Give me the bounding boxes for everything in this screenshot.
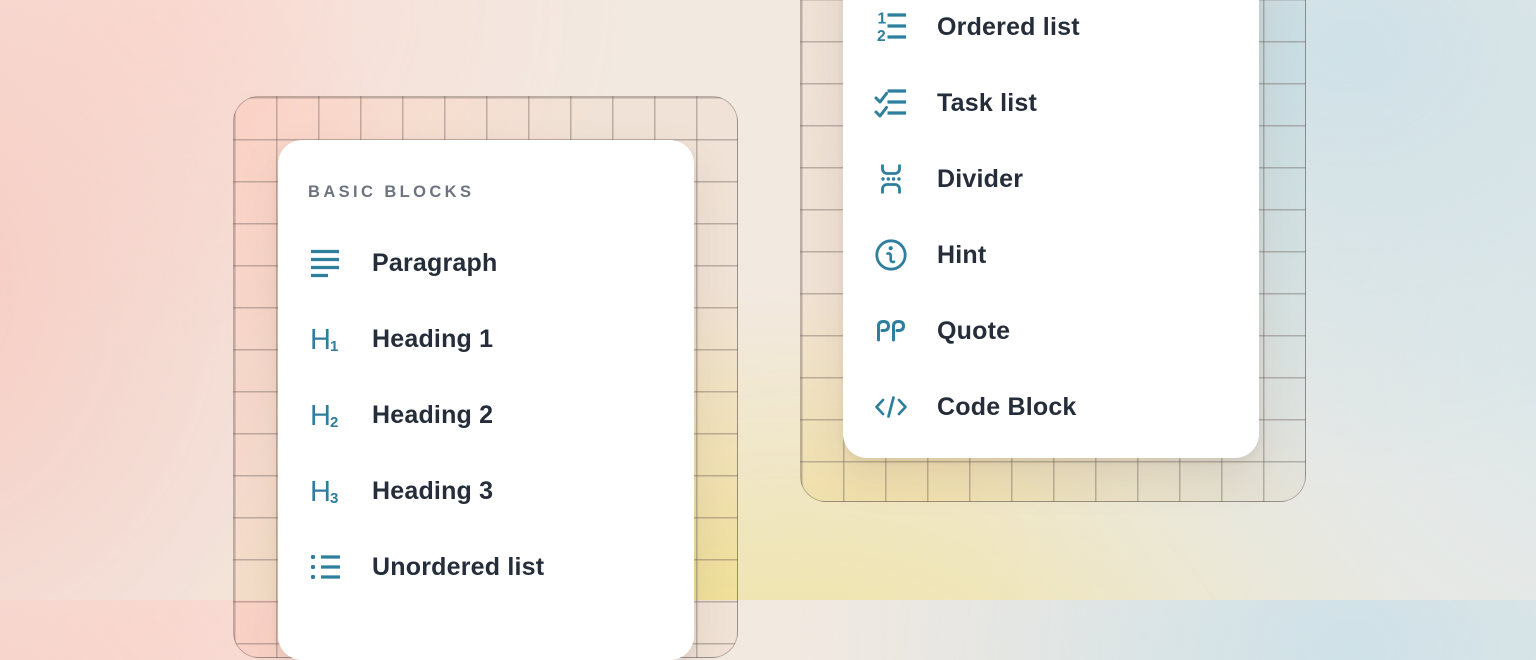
menu-item-unordered-list[interactable]: Unordered list <box>308 529 694 605</box>
menu-item-label: Task list <box>937 89 1037 118</box>
menu-item-label: Heading 1 <box>372 325 493 354</box>
menu-item-label: Heading 3 <box>372 477 493 506</box>
svg-text:2: 2 <box>877 28 886 45</box>
menu-item-label: Heading 2 <box>372 401 493 430</box>
menu-item-label: Ordered list <box>937 13 1080 42</box>
basic-blocks-item-list: Paragraph H 1 Heading 1 H 2 Heading 2 H … <box>308 225 694 605</box>
menu-item-hint[interactable]: Hint <box>873 217 1259 293</box>
svg-text:H: H <box>310 324 331 356</box>
menu-item-label: Divider <box>937 165 1023 194</box>
menu-item-heading-2[interactable]: H 2 Heading 2 <box>308 377 694 453</box>
more-blocks-item-list: 1 2 Ordered list Task list Divider Hint … <box>873 0 1259 445</box>
menu-item-code-block[interactable]: Code Block <box>873 369 1259 445</box>
menu-item-heading-1[interactable]: H 1 Heading 1 <box>308 301 694 377</box>
divider-icon <box>873 161 909 197</box>
ordered-list-icon: 1 2 <box>873 9 909 45</box>
menu-item-label: Paragraph <box>372 249 497 278</box>
heading-1-icon: H 1 <box>308 321 344 357</box>
menu-item-label: Unordered list <box>372 553 544 582</box>
unordered-list-icon <box>308 549 344 585</box>
svg-text:3: 3 <box>330 490 338 507</box>
quote-icon <box>873 313 909 349</box>
paragraph-icon <box>308 245 344 281</box>
menu-item-task-list[interactable]: Task list <box>873 65 1259 141</box>
menu-item-quote[interactable]: Quote <box>873 293 1259 369</box>
menu-item-divider[interactable]: Divider <box>873 141 1259 217</box>
basic-blocks-section-header: BASIC BLOCKS <box>308 182 694 202</box>
svg-text:2: 2 <box>330 414 338 431</box>
menu-item-heading-3[interactable]: H 3 Heading 3 <box>308 453 694 529</box>
menu-item-label: Quote <box>937 317 1010 346</box>
more-blocks-menu-card: 1 2 Ordered list Task list Divider Hint … <box>843 0 1259 458</box>
menu-item-ordered-list[interactable]: 1 2 Ordered list <box>873 0 1259 65</box>
menu-item-label: Code Block <box>937 393 1077 422</box>
heading-3-icon: H 3 <box>308 473 344 509</box>
heading-2-icon: H 2 <box>308 397 344 433</box>
menu-item-label: Hint <box>937 241 986 270</box>
menu-item-paragraph[interactable]: Paragraph <box>308 225 694 301</box>
svg-text:1: 1 <box>330 338 338 355</box>
basic-blocks-menu-card: BASIC BLOCKS Paragraph H 1 Heading 1 H 2… <box>278 140 694 660</box>
hint-icon <box>873 237 909 273</box>
code-block-icon <box>873 389 909 425</box>
task-list-icon <box>873 85 909 121</box>
svg-text:H: H <box>310 476 331 508</box>
svg-text:1: 1 <box>878 11 887 28</box>
svg-text:H: H <box>310 400 331 432</box>
